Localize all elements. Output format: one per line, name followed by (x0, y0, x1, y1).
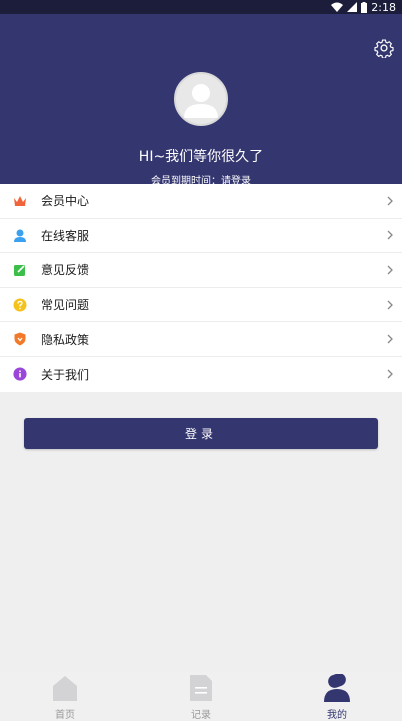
bottom-tab-bar: 首页 记录 我的 (0, 672, 402, 721)
menu-item-member-center[interactable]: 会员中心 (0, 184, 402, 219)
settings-gear-icon[interactable] (374, 38, 394, 58)
document-icon (190, 675, 212, 701)
profile-icon (324, 674, 350, 702)
home-icon (53, 676, 77, 701)
crown-icon (13, 194, 27, 208)
avatar[interactable] (174, 72, 228, 126)
signal-icon (347, 2, 358, 12)
status-time: 2:18 (371, 0, 396, 14)
menu-item-feedback[interactable]: 意见反馈 (0, 253, 402, 288)
tab-profile[interactable]: 我的 (297, 672, 377, 721)
chevron-right-icon (387, 334, 393, 344)
menu-item-label: 意见反馈 (41, 263, 90, 278)
feedback-icon (13, 263, 27, 277)
menu-item-label: 常见问题 (41, 298, 90, 313)
chevron-right-icon (387, 300, 393, 310)
menu-item-online-service[interactable]: 在线客服 (0, 219, 402, 254)
profile-header: HI~我们等你很久了 会员到期时间：请登录 (0, 14, 402, 187)
wifi-icon (331, 2, 344, 12)
chevron-right-icon (387, 230, 393, 240)
menu-item-label: 隐私政策 (41, 332, 90, 347)
tab-label: 我的 (327, 710, 347, 721)
status-bar: 2:18 (0, 0, 402, 14)
tab-label: 首页 (55, 710, 75, 721)
login-button[interactable]: 登录 (24, 418, 378, 449)
tab-label: 记录 (191, 710, 211, 721)
chevron-right-icon (387, 265, 393, 275)
menu-item-label: 关于我们 (41, 367, 90, 382)
menu-item-about-us[interactable]: 关于我们 (0, 357, 402, 392)
question-icon (13, 298, 27, 312)
greeting-text: HI~我们等你很久了 (138, 149, 264, 165)
menu-item-label: 会员中心 (41, 194, 90, 209)
tab-home[interactable]: 首页 (25, 672, 105, 721)
menu-item-privacy-policy[interactable]: 隐私政策 (0, 322, 402, 357)
settings-menu: 会员中心 在线客服 意见反馈 常见问题 隐私政策 关于我们 (0, 184, 402, 392)
tab-records[interactable]: 记录 (161, 672, 241, 721)
info-icon (13, 367, 27, 381)
menu-item-faq[interactable]: 常见问题 (0, 288, 402, 323)
shield-icon (13, 332, 27, 346)
default-user-icon (184, 84, 218, 118)
battery-icon (361, 1, 368, 13)
menu-item-label: 在线客服 (41, 228, 90, 243)
chevron-right-icon (387, 196, 393, 206)
chevron-right-icon (387, 369, 393, 379)
customer-service-icon (13, 228, 27, 243)
